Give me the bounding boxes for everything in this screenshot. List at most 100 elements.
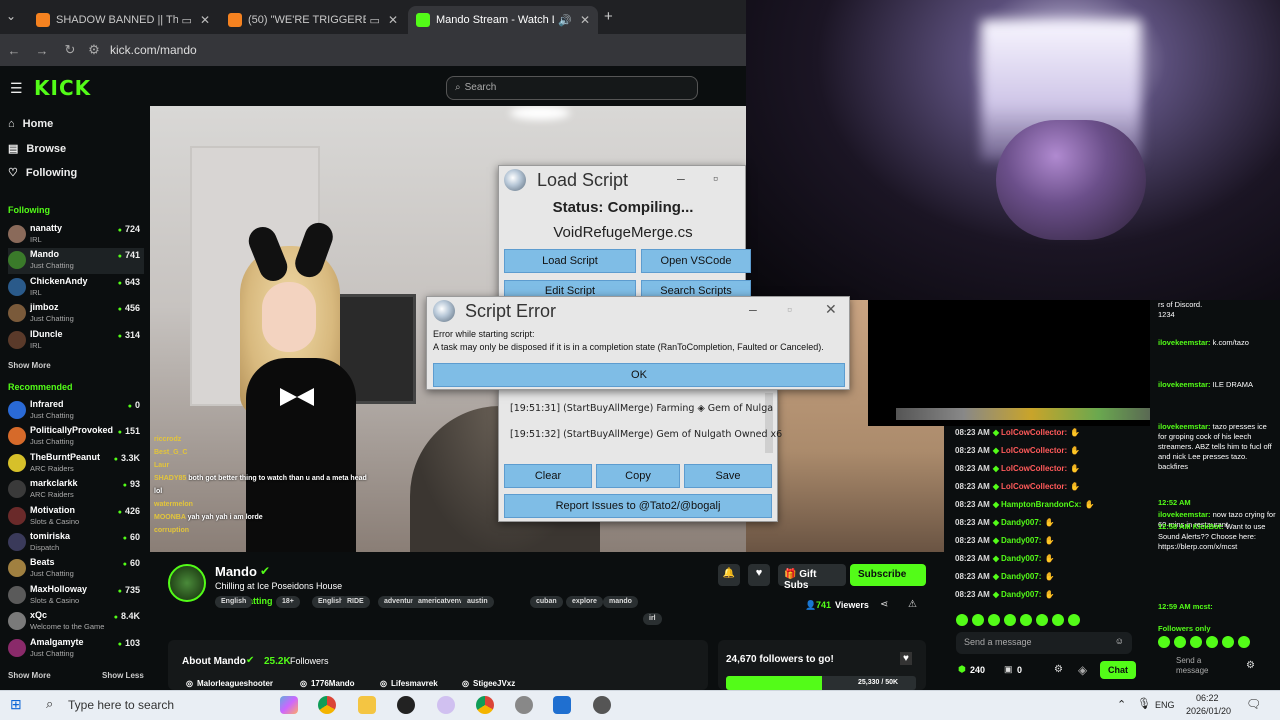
browser-tab[interactable]: (50) "WE'RE TRIGGERED" | F ▭ ✕ [220, 6, 406, 34]
load-script-button[interactable]: Load Script [504, 249, 636, 273]
notifications-icon[interactable]: 🗨 [1246, 697, 1261, 711]
secondary-chat-user[interactable]: ilovekeemstar: [1158, 338, 1211, 347]
maximize-icon[interactable]: ▫ [787, 301, 792, 317]
search-input[interactable]: ⌕ Search [446, 76, 698, 100]
emote-icon[interactable] [1174, 636, 1186, 648]
forward-icon[interactable]: → [28, 43, 56, 58]
emote-icon[interactable] [988, 614, 1000, 626]
follow-button[interactable]: ♥ [748, 564, 770, 586]
tray-chevron-icon[interactable]: ⌃ [1117, 698, 1126, 711]
stream-tag[interactable]: austin [461, 596, 494, 608]
settings-icon[interactable] [515, 696, 533, 714]
minimize-icon[interactable]: – [677, 170, 685, 186]
tab-list-chevron-icon[interactable]: ⌄ [6, 9, 16, 23]
chat-username[interactable]: Dandy007: [1001, 572, 1041, 581]
language-indicator[interactable]: ENG [1155, 700, 1175, 710]
emote-icon[interactable] [1052, 614, 1064, 626]
sidebar-channel-nanatty[interactable]: nanatty IRL 724 [8, 222, 144, 248]
chat-username[interactable]: LolCowCollector: [1001, 464, 1067, 473]
log-scrollbar[interactable] [765, 393, 773, 453]
share-icon[interactable]: ⋖ [880, 599, 888, 610]
close-tab-icon[interactable]: ✕ [200, 13, 210, 27]
streamer-avatar[interactable] [168, 564, 206, 602]
stream-tag[interactable]: 18+ [276, 596, 300, 608]
report-icon[interactable]: ⚠ [908, 599, 917, 610]
sidebar-channel-politicallyprovoked[interactable]: PoliticallyProvokedJust Chatting 151 [8, 424, 144, 450]
secondary-chat-user[interactable]: 12:52 AM [1158, 498, 1191, 507]
sidebar-channel-tomiriska[interactable]: tomiriska Dispatch 60 [8, 530, 144, 556]
emote-icon[interactable] [1036, 614, 1048, 626]
emote-icon[interactable] [1238, 636, 1250, 648]
maximize-icon[interactable]: ▫ [713, 170, 718, 186]
menu-icon[interactable]: ☰ [10, 80, 23, 97]
sidebar-channel-xqc[interactable]: xQcWelcome to the Game 8.4K [8, 609, 144, 635]
sidebar-channel-motivation[interactable]: MotivationSlots & Casino 426 [8, 504, 144, 530]
clock-date[interactable]: 2026/01/20 [1186, 706, 1231, 716]
chat-username[interactable]: Dandy007: [1001, 518, 1041, 527]
social-link[interactable]: ◎ Lifesmavrek [380, 679, 438, 688]
secondary-chat-user[interactable]: ilovekeemstar: [1158, 380, 1211, 389]
sidebar-channel-chickenandy[interactable]: ChickenAndyIRL 643 [8, 275, 144, 301]
emote-icon[interactable] [1190, 636, 1202, 648]
back-icon[interactable]: ← [0, 43, 28, 58]
chat-username[interactable]: Dandy007: [1001, 590, 1041, 599]
open-vscode-button[interactable]: Open VSCode [641, 249, 751, 273]
sidebar-channel-beats[interactable]: BeatsJust Chatting 60 [8, 556, 144, 582]
nav-home[interactable]: ⌂ Home [8, 118, 53, 130]
stream-tag[interactable]: RIDE [341, 596, 370, 608]
site-info-icon[interactable]: ⚙ [84, 42, 104, 58]
emote-icon[interactable] [1020, 614, 1032, 626]
chat-username[interactable]: Dandy007: [1001, 554, 1041, 563]
sidebar-channel-jimboz[interactable]: jimbozJust Chatting 456 [8, 301, 144, 327]
emote-icon[interactable] [956, 614, 968, 626]
secondary-chat-user[interactable]: ilovekeemstar: [1158, 510, 1211, 519]
show-more-recommended[interactable]: Show More [8, 671, 51, 680]
emote-icon[interactable] [972, 614, 984, 626]
streamer-name[interactable]: Mando [215, 564, 257, 579]
chrome-profile-icon[interactable] [476, 696, 494, 714]
emote-picker-icon[interactable]: ◈ [1078, 663, 1087, 677]
subscribe-button[interactable]: Subscribe [850, 564, 926, 586]
emote-icon[interactable] [1004, 614, 1016, 626]
emote-icon[interactable] [1158, 636, 1170, 648]
chat-username[interactable]: LolCowCollector: [1001, 482, 1067, 491]
notify-button[interactable]: 🔔 [718, 564, 740, 586]
close-tab-icon[interactable]: ✕ [388, 13, 398, 27]
secondary-chat-user[interactable]: 12:58 AM KickBot: [1158, 522, 1224, 531]
new-tab-icon[interactable]: + [604, 8, 613, 25]
browser-icon[interactable] [437, 696, 455, 714]
nav-browse[interactable]: ▤ Browse [8, 142, 66, 156]
close-tab-icon[interactable]: ✕ [580, 13, 590, 27]
save-button[interactable]: Save [684, 464, 772, 488]
secondary-chat-input[interactable]: Send a message [1176, 656, 1234, 678]
chat-username[interactable]: HamptonBrandonCx: [1001, 500, 1081, 509]
show-less[interactable]: Show Less [102, 671, 144, 680]
ok-button[interactable]: OK [433, 363, 845, 387]
browser-tab[interactable]: SHADOW BANNED || The F ▭ ✕ [28, 6, 218, 34]
stream-tag[interactable]: cuban [530, 596, 563, 608]
emoji-icon[interactable]: ☺ [1115, 636, 1124, 646]
sidebar-channel-mando[interactable]: MandoJust Chatting 741 [8, 248, 144, 275]
kick-logo[interactable]: KICK [34, 76, 91, 100]
gift-subs-button[interactable]: 🎁 Gift Subs [778, 564, 846, 591]
chat-input[interactable]: Send a message ☺ [956, 632, 1132, 654]
chat-send-button[interactable]: Chat [1100, 661, 1136, 679]
sidebar-channel-markclarkk[interactable]: markclarkkARC Raiders 93 [8, 477, 144, 503]
copilot-icon[interactable] [280, 696, 298, 714]
emote-icon[interactable] [1206, 636, 1218, 648]
bot-app-icon[interactable] [593, 696, 611, 714]
sidebar-channel-maxholloway[interactable]: MaxHollowaySlots & Casino 735 [8, 583, 144, 609]
github-icon[interactable] [397, 696, 415, 714]
settings-icon[interactable]: ⚙ [1054, 664, 1063, 675]
microphone-icon[interactable]: 🎙 [1137, 697, 1151, 710]
report-issues-button[interactable]: Report Issues to @Tato2/@bogalj [504, 494, 772, 518]
chrome-icon[interactable] [318, 696, 336, 714]
minimize-icon[interactable]: – [749, 301, 757, 317]
windows-start-icon[interactable]: ⊞ [10, 696, 22, 713]
secondary-chat-user[interactable]: Followers only [1158, 624, 1211, 633]
taskbar-search-input[interactable]: Type here to search [68, 698, 174, 712]
clear-button[interactable]: Clear [504, 464, 592, 488]
clock-time[interactable]: 06:22 [1196, 693, 1219, 703]
file-explorer-icon[interactable] [358, 696, 376, 714]
chat-username[interactable]: Dandy007: [1001, 536, 1041, 545]
